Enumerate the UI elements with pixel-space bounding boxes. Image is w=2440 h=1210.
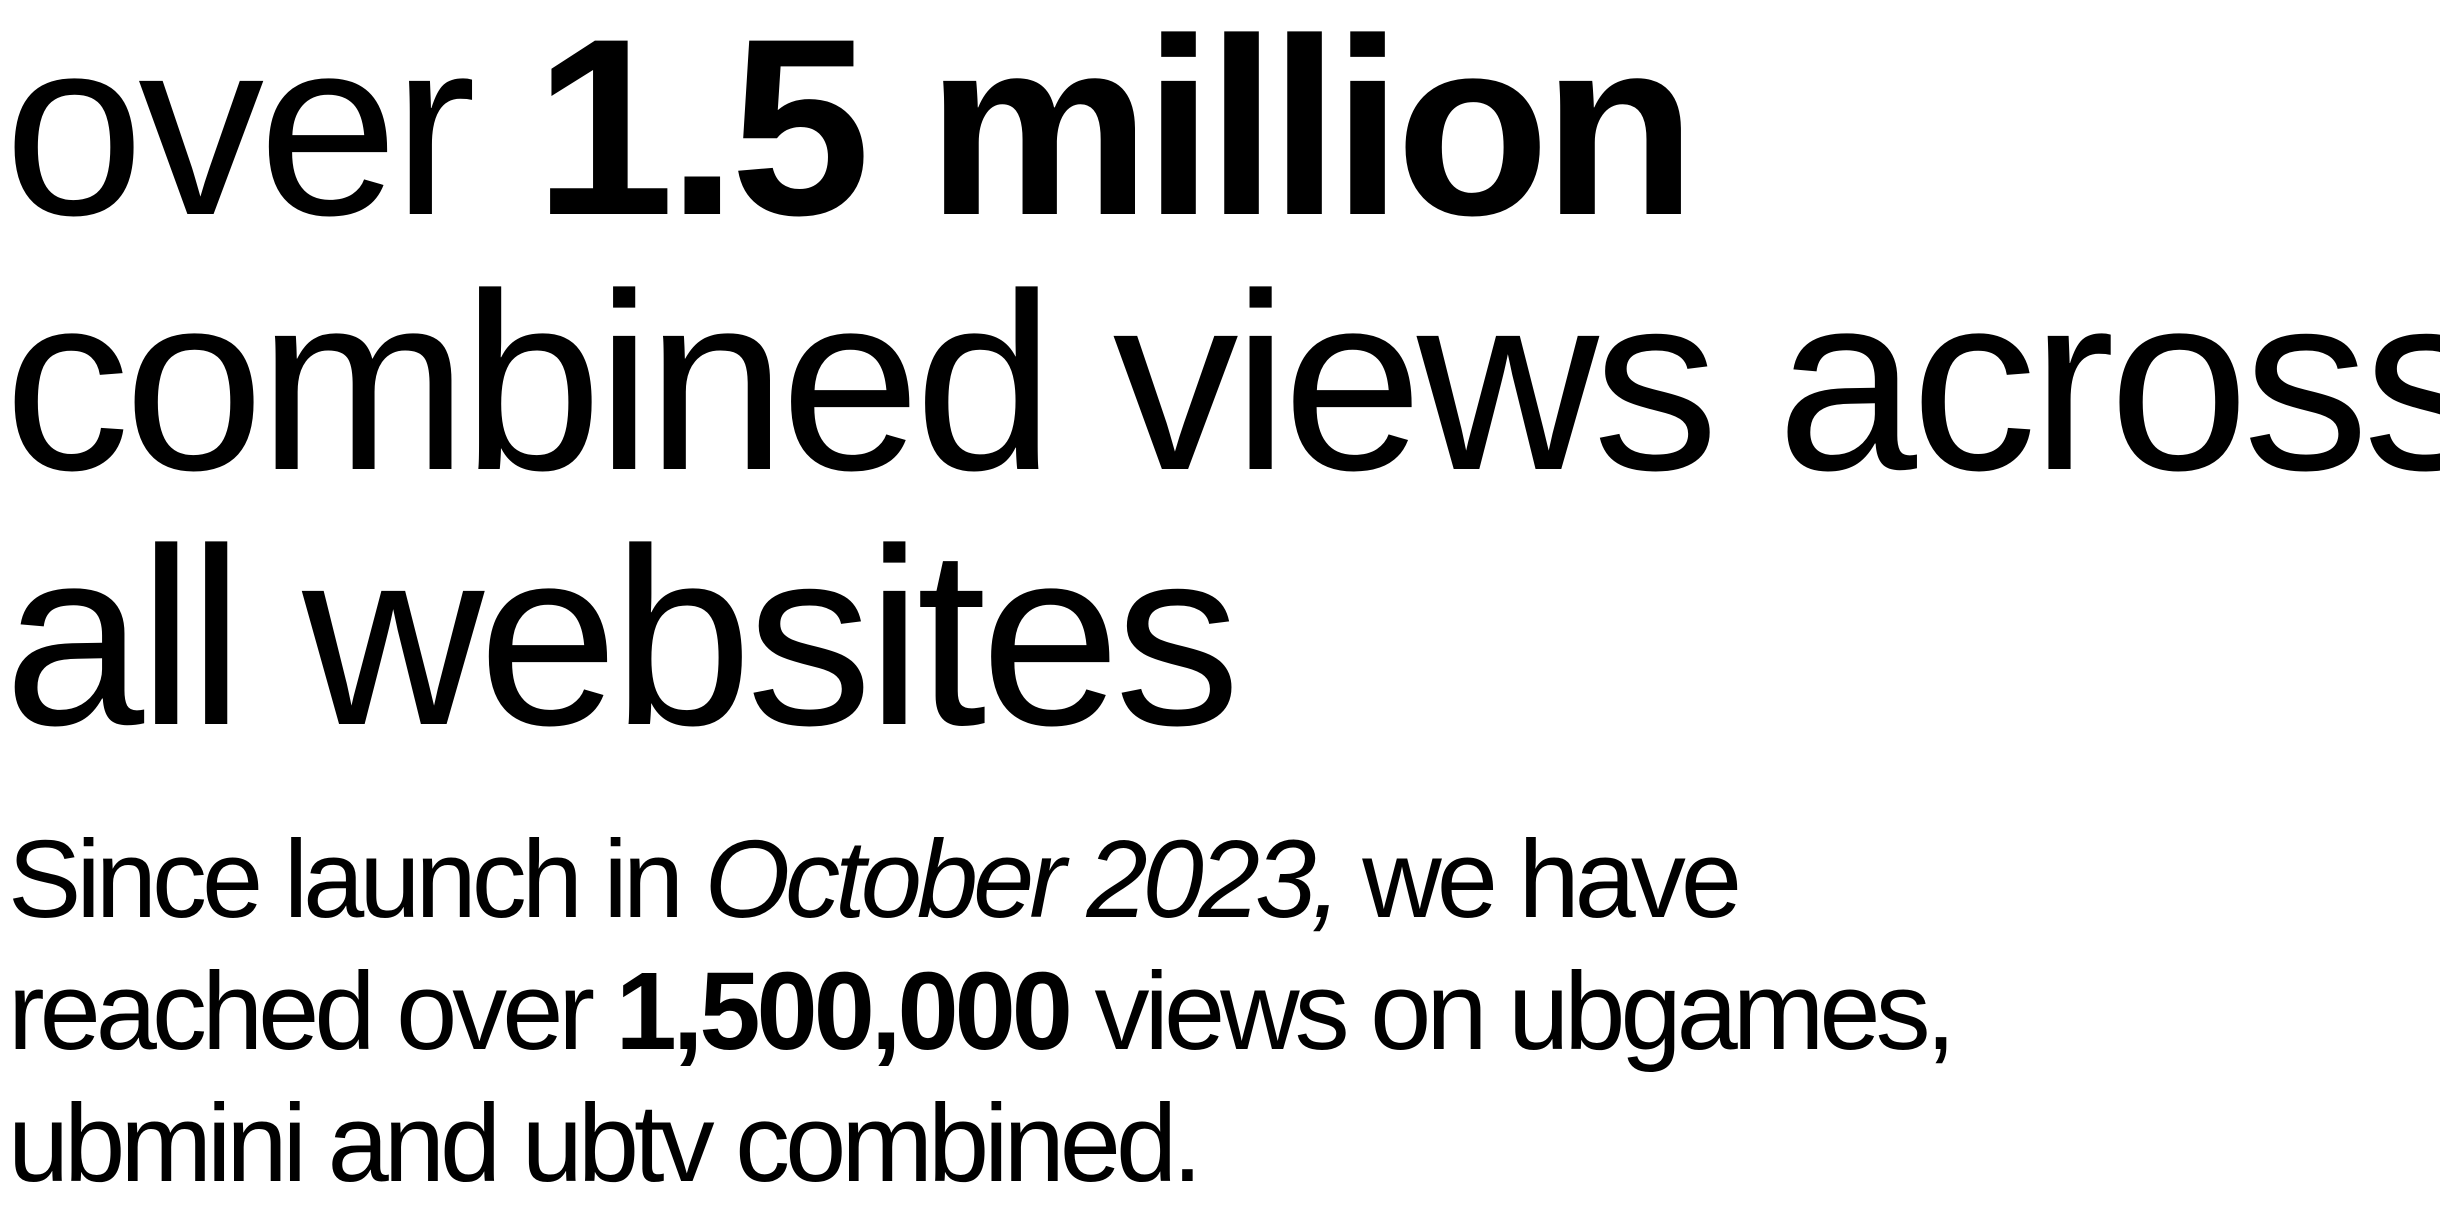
body-line-3: ubmini and ubtv combined. xyxy=(8,1082,1203,1205)
body-line-2: reached over 1,500,000 views on ubgames, xyxy=(8,946,2108,1078)
body-line-2-start: reached over xyxy=(8,950,616,1073)
headline-line-2: combined views across xyxy=(4,242,2440,523)
body-paragraph: Since launch in October 2023, we have re… xyxy=(8,814,2108,1210)
body-line-1-start: Since launch in xyxy=(8,818,705,941)
headline-highlight: 1.5 million xyxy=(534,0,1696,268)
headline: over 1.5 million combined views across a… xyxy=(4,0,2440,765)
body-line-1-end: we have xyxy=(1336,818,1742,941)
body-line-1: Since launch in October 2023, we have xyxy=(8,814,2108,946)
body-line-2-end: views on ubgames, xyxy=(1069,950,1957,1073)
views-count: 1,500,000 xyxy=(615,950,1073,1073)
headline-prefix: over xyxy=(4,0,535,268)
launch-date: October 2023, xyxy=(704,818,1342,941)
headline-line-1: over 1.5 million xyxy=(4,0,2440,255)
headline-line-3: all websites xyxy=(4,497,1241,778)
